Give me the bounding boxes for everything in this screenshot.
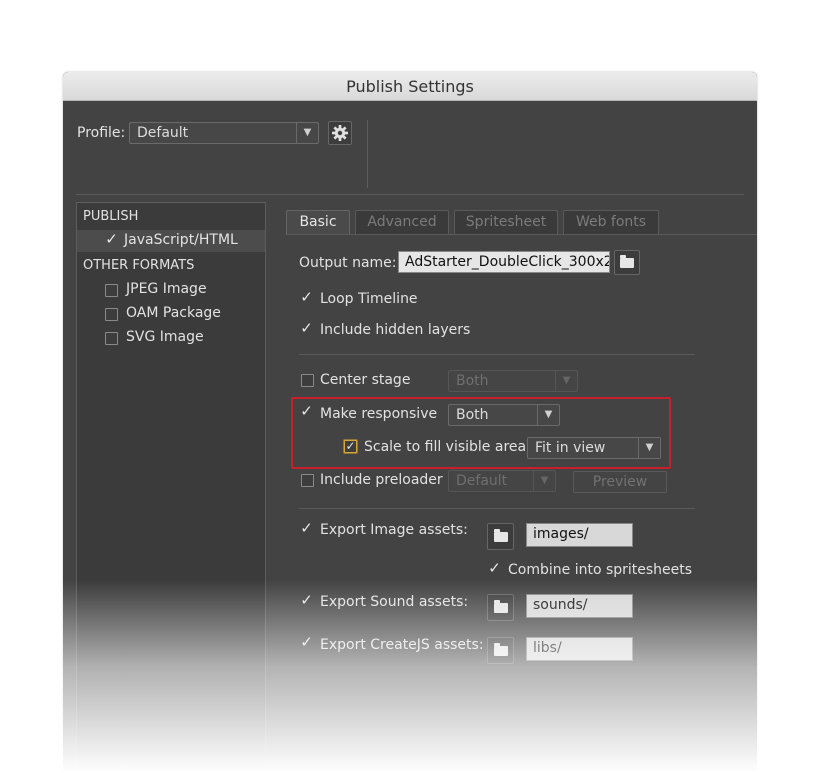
make-responsive-select[interactable]: Both ▼	[448, 404, 560, 426]
sounds-folder-button[interactable]	[487, 594, 514, 621]
include-hidden-layers-checkbox[interactable]: ✓	[300, 320, 313, 337]
tab-advanced[interactable]: Advanced	[355, 210, 449, 234]
libs-folder-button[interactable]	[487, 637, 514, 664]
format-item-javascript-html[interactable]: ✓ JavaScript/HTML	[77, 230, 265, 252]
chevron-down-icon: ▼	[533, 471, 555, 491]
center-stage-select[interactable]: Both ▼	[448, 370, 578, 392]
chevron-down-icon: ▼	[638, 438, 660, 458]
export-image-assets-checkbox[interactable]: ✓	[300, 520, 313, 537]
checkmark-icon: ✓	[300, 634, 313, 651]
include-preloader-checkbox[interactable]	[301, 474, 314, 487]
scale-to-fill-checkbox[interactable]: ✓	[344, 440, 357, 453]
profile-options-button[interactable]	[328, 121, 352, 145]
tab-web-fonts[interactable]: Web fonts	[563, 210, 659, 234]
loop-timeline-label: Loop Timeline	[320, 291, 418, 307]
chevron-down-icon: ▼	[555, 371, 577, 391]
folder-icon	[493, 528, 508, 542]
combine-spritesheets-checkbox[interactable]: ✓	[488, 560, 501, 577]
tabs-baseline	[286, 234, 757, 235]
profile-label: Profile:	[77, 125, 126, 141]
checkmark-icon: ✓	[300, 592, 313, 609]
checkmark-icon: ✓	[345, 439, 356, 453]
make-responsive-value: Both	[456, 407, 489, 423]
section-divider-1	[299, 354, 695, 355]
libs-path-field[interactable]: libs/	[526, 637, 633, 661]
preview-button[interactable]: Preview	[573, 471, 667, 493]
export-sound-assets-checkbox[interactable]: ✓	[300, 592, 313, 609]
export-image-assets-label: Export Image assets:	[320, 522, 468, 538]
tab-basic[interactable]: Basic	[286, 210, 350, 234]
javascript-html-label: JavaScript/HTML	[124, 232, 238, 248]
profile-select[interactable]: Default ▼	[129, 122, 319, 144]
publish-header: PUBLISH	[83, 209, 139, 224]
scale-mode-select[interactable]: Fit in view ▼	[527, 437, 661, 459]
checkmark-icon: ✓	[300, 320, 313, 337]
window-title: Publish Settings	[63, 72, 757, 101]
combine-spritesheets-label: Combine into spritesheets	[508, 562, 693, 578]
images-folder-button[interactable]	[487, 523, 514, 550]
gear-icon	[332, 125, 348, 141]
checkmark-icon: ✓	[300, 403, 313, 420]
output-browse-button[interactable]	[614, 250, 640, 275]
output-name-label: Output name:	[299, 255, 397, 271]
make-responsive-checkbox[interactable]: ✓	[300, 403, 313, 420]
folder-icon	[620, 254, 634, 268]
images-path-field[interactable]: images/	[526, 523, 633, 547]
profile-select-value: Default	[137, 125, 189, 141]
loop-timeline-checkbox[interactable]: ✓	[300, 289, 313, 306]
sounds-path-field[interactable]: sounds/	[526, 594, 633, 618]
include-preloader-label: Include preloader	[320, 472, 443, 488]
center-stage-checkbox[interactable]	[301, 374, 314, 387]
folder-icon	[493, 599, 508, 613]
section-divider-2	[299, 508, 695, 509]
scale-mode-value: Fit in view	[535, 440, 606, 456]
jpeg-checkbox[interactable]	[105, 284, 118, 297]
javascript-html-checkbox[interactable]: ✓	[105, 231, 118, 248]
publish-settings-window: Publish Settings Profile: Default ▼ PUBL…	[63, 72, 757, 772]
checkmark-icon: ✓	[105, 231, 118, 248]
jpeg-label: JPEG Image	[126, 281, 207, 297]
other-formats-header: OTHER FORMATS	[83, 258, 195, 273]
svg-checkbox[interactable]	[105, 332, 118, 345]
center-stage-label: Center stage	[320, 372, 411, 388]
profile-divider	[367, 120, 368, 188]
export-createjs-assets-label: Export CreateJS assets:	[320, 637, 484, 653]
checkmark-icon: ✓	[300, 289, 313, 306]
oam-label: OAM Package	[126, 305, 221, 321]
checkmark-icon: ✓	[300, 520, 313, 537]
folder-icon	[493, 642, 508, 656]
export-sound-assets-label: Export Sound assets:	[320, 594, 469, 610]
checkmark-icon: ✓	[488, 560, 501, 577]
svg-label: SVG Image	[126, 329, 204, 345]
include-hidden-layers-label: Include hidden layers	[320, 322, 471, 338]
make-responsive-label: Make responsive	[320, 406, 438, 422]
chevron-down-icon: ▼	[296, 123, 318, 143]
preloader-value: Default	[456, 473, 508, 489]
chevron-down-icon: ▼	[537, 405, 559, 425]
center-stage-value: Both	[456, 373, 489, 389]
preloader-select[interactable]: Default ▼	[448, 470, 556, 492]
header-separator	[76, 194, 744, 195]
scale-to-fill-label: Scale to fill visible area	[364, 439, 527, 455]
output-name-field[interactable]: AdStarter_DoubleClick_300x250	[398, 251, 610, 273]
export-createjs-assets-checkbox[interactable]: ✓	[300, 634, 313, 651]
tab-spritesheet[interactable]: Spritesheet	[454, 210, 558, 234]
oam-checkbox[interactable]	[105, 308, 118, 321]
format-list-panel: PUBLISH ✓ JavaScript/HTML OTHER FORMATS …	[76, 202, 266, 772]
